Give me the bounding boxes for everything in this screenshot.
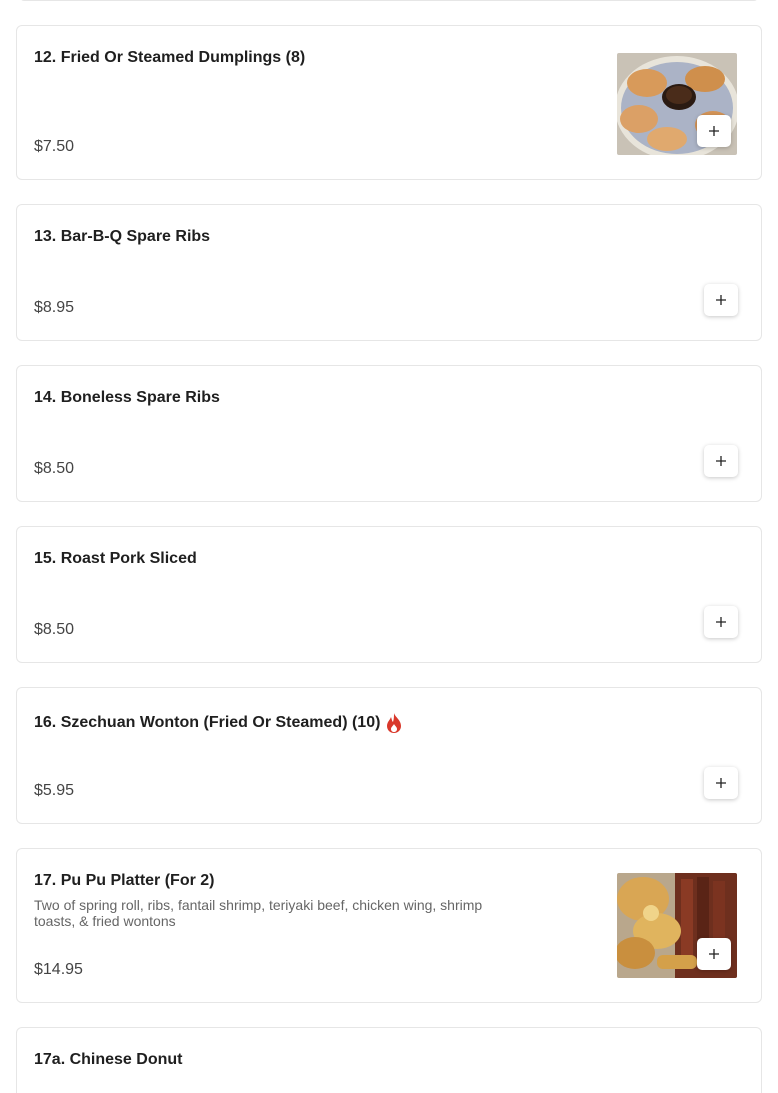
menu-item-card[interactable]: 17a. Chinese Donut	[16, 1027, 762, 1093]
plus-icon	[716, 295, 726, 305]
item-name-row: 16. Szechuan Wonton (Fried Or Steamed) (…	[34, 713, 402, 733]
item-price: $8.95	[34, 299, 75, 316]
item-name: 17a. Chinese Donut	[34, 1051, 183, 1068]
spicy-flame-icon	[386, 713, 402, 733]
add-to-cart-button[interactable]	[704, 445, 738, 477]
item-price: $5.95	[34, 782, 75, 799]
menu-item-card[interactable]: 13. Bar-B-Q Spare Ribs $8.95	[16, 204, 762, 341]
item-name: 17. Pu Pu Platter (For 2)	[34, 872, 215, 889]
item-name: 14. Boneless Spare Ribs	[34, 389, 220, 406]
item-price: $14.95	[34, 961, 83, 978]
add-to-cart-button[interactable]	[697, 115, 731, 147]
plus-icon	[716, 456, 726, 466]
item-price: $7.50	[34, 138, 75, 155]
add-to-cart-button[interactable]	[697, 938, 731, 970]
plus-icon	[716, 617, 726, 627]
plus-icon	[709, 126, 719, 136]
menu-item-card[interactable]: 14. Boneless Spare Ribs $8.50	[16, 365, 762, 502]
previous-item-card-edge	[20, 0, 758, 1]
menu-item-card[interactable]: 16. Szechuan Wonton (Fried Or Steamed) (…	[16, 687, 762, 824]
menu-item-card[interactable]: 17. Pu Pu Platter (For 2) Two of spring …	[16, 848, 762, 1003]
item-name: 12. Fried Or Steamed Dumplings (8)	[34, 49, 306, 66]
menu-item-card[interactable]: 15. Roast Pork Sliced $8.50	[16, 526, 762, 663]
add-to-cart-button[interactable]	[704, 767, 738, 799]
plus-icon	[709, 949, 719, 959]
add-to-cart-button[interactable]	[704, 606, 738, 638]
menu-item-card[interactable]: 12. Fried Or Steamed Dumplings (8) $7.50	[16, 25, 762, 180]
item-description: Two of spring roll, ribs, fantail shrimp…	[34, 897, 483, 929]
item-price: $8.50	[34, 621, 75, 638]
item-name: 15. Roast Pork Sliced	[34, 550, 197, 567]
plus-icon	[716, 778, 726, 788]
menu-list: 12. Fried Or Steamed Dumplings (8) $7.50	[0, 0, 778, 1093]
add-to-cart-button[interactable]	[704, 284, 738, 316]
item-name: 13. Bar-B-Q Spare Ribs	[34, 228, 211, 245]
item-price: $8.50	[34, 460, 75, 477]
item-name: 16. Szechuan Wonton (Fried Or Steamed) (…	[34, 714, 381, 731]
